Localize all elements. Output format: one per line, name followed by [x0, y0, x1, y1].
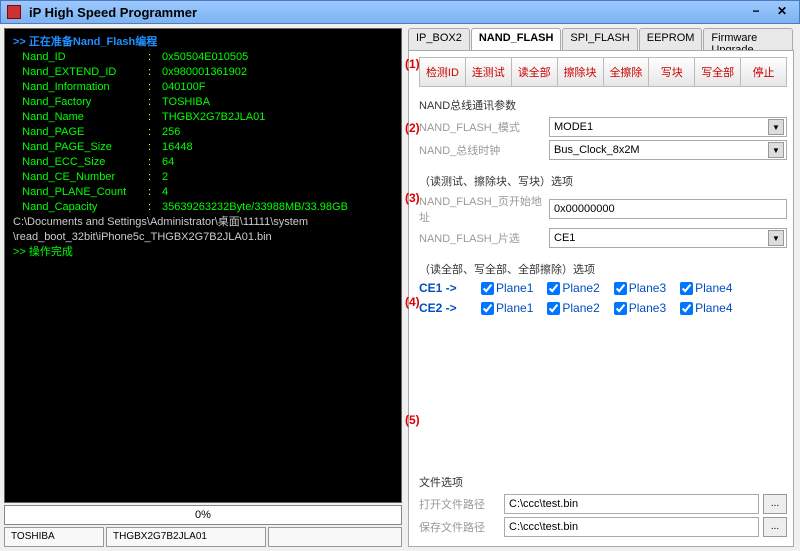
save-path-label: 保存文件路径 — [419, 519, 504, 535]
status-factory: TOSHIBA — [4, 527, 104, 547]
group-nand-bus: NAND总线通讯参数 NAND_FLASH_模式 MODE1 ▼ NAND_总线… — [419, 97, 787, 163]
console-output: >> 正在准备Nand_Flash编程 Nand_ID:0x50504E0105… — [4, 28, 402, 503]
app-icon — [7, 5, 21, 19]
plane-checkbox[interactable]: Plane4 — [680, 301, 732, 315]
console-line: Nand_PAGE_Size:16448 — [13, 140, 393, 155]
action-toolbar: 检测ID连测试读全部擦除块全擦除写块写全部停止 — [419, 57, 787, 87]
browse-open-button[interactable]: ... — [763, 494, 787, 514]
chevron-down-icon: ▼ — [768, 230, 784, 246]
marker-1: (1) — [405, 57, 420, 71]
save-file-path-input[interactable] — [504, 517, 759, 537]
plane-checkbox[interactable]: Plane1 — [481, 281, 533, 295]
action-全擦除[interactable]: 全擦除 — [603, 57, 650, 87]
action-连测试[interactable]: 连测试 — [465, 57, 512, 87]
marker-2: (2) — [405, 121, 420, 135]
plane-checkbox[interactable]: Plane3 — [614, 301, 666, 315]
action-擦除块[interactable]: 擦除块 — [557, 57, 604, 87]
progress-text: 0% — [195, 509, 211, 521]
group-title: NAND总线通讯参数 — [419, 97, 787, 113]
action-检测ID[interactable]: 检测ID — [419, 57, 466, 87]
marker-5: (5) — [405, 413, 420, 427]
ce-label: CE1 -> — [419, 281, 467, 295]
group-full-options: （读全部、写全部、全部擦除）选项 CE1 -> Plane1 Plane2 Pl… — [419, 261, 787, 315]
ce-row: CE2 -> Plane1 Plane2 Plane3 Plane4 — [419, 301, 787, 315]
chevron-down-icon: ▼ — [768, 142, 784, 158]
action-读全部[interactable]: 读全部 — [511, 57, 558, 87]
plane-checkbox[interactable]: Plane1 — [481, 301, 533, 315]
group-title: （读全部、写全部、全部擦除）选项 — [419, 261, 787, 277]
plane-checkbox[interactable]: Plane4 — [680, 281, 732, 295]
marker-3: (3) — [405, 191, 420, 205]
ce-label: CE2 -> — [419, 301, 467, 315]
tab-firmware-upgrade[interactable]: Firmware Upgrade — [703, 28, 793, 50]
checkbox-icon[interactable] — [547, 302, 560, 315]
ce-select[interactable]: CE1 ▼ — [549, 228, 787, 248]
ce-row: CE1 -> Plane1 Plane2 Plane3 Plane4 — [419, 281, 787, 295]
action-写块[interactable]: 写块 — [648, 57, 695, 87]
checkbox-icon[interactable] — [481, 302, 494, 315]
console-line: Nand_PLANE_Count:4 — [13, 185, 393, 200]
checkbox-icon[interactable] — [547, 282, 560, 295]
addr-label: NAND_FLASH_页开始地址 — [419, 193, 549, 225]
console-line: Nand_ID:0x50504E010505 — [13, 50, 393, 65]
console-header: >> 正在准备Nand_Flash编程 — [13, 35, 393, 50]
checkbox-icon[interactable] — [614, 302, 627, 315]
checkbox-icon[interactable] — [680, 282, 693, 295]
chevron-down-icon: ▼ — [768, 119, 784, 135]
checkbox-icon[interactable] — [481, 282, 494, 295]
clock-label: NAND_总线时钟 — [419, 142, 549, 158]
console-line: Nand_ECC_Size:64 — [13, 155, 393, 170]
tab-nand-flash[interactable]: NAND_FLASH — [471, 28, 562, 50]
console-path: C:\Documents and Settings\Administrator\… — [13, 215, 393, 230]
checkbox-icon[interactable] — [680, 302, 693, 315]
group-title: （读测试、擦除块、写块）选项 — [419, 173, 787, 189]
progress-bar: 0% — [4, 505, 402, 525]
tab-eeprom[interactable]: EEPROM — [639, 28, 703, 50]
tab-strip: IP_BOX2NAND_FLASHSPI_FLASHEEPROMFirmware… — [408, 28, 794, 50]
console-line: Nand_Capacity:35639263232Byte/33988MB/33… — [13, 200, 393, 215]
open-path-label: 打开文件路径 — [419, 496, 504, 512]
status-bar: TOSHIBA THGBX2G7B2JLA01 — [4, 527, 402, 547]
group-file-options: 文件选项 打开文件路径 ... 保存文件路径 ... — [419, 474, 787, 540]
group-title: 文件选项 — [419, 474, 787, 490]
action-写全部[interactable]: 写全部 — [694, 57, 741, 87]
plane-checkbox[interactable]: Plane2 — [547, 301, 599, 315]
mode-select[interactable]: MODE1 ▼ — [549, 117, 787, 137]
ce-select-label: NAND_FLASH_片选 — [419, 230, 549, 246]
clock-select[interactable]: Bus_Clock_8x2M ▼ — [549, 140, 787, 160]
mode-label: NAND_FLASH_模式 — [419, 119, 549, 135]
checkbox-icon[interactable] — [614, 282, 627, 295]
console-footer: >> 操作完成 — [13, 245, 393, 260]
console-line: Nand_Name:THGBX2G7B2JLA01 — [13, 110, 393, 125]
marker-4: (4) — [405, 295, 420, 309]
console-line: Nand_Factory:TOSHIBA — [13, 95, 393, 110]
page-start-addr-input[interactable] — [549, 199, 787, 219]
minimize-button[interactable]: − — [745, 4, 767, 20]
group-read-options: （读测试、擦除块、写块）选项 NAND_FLASH_页开始地址 NAND_FLA… — [419, 173, 787, 251]
plane-checkbox[interactable]: Plane2 — [547, 281, 599, 295]
tab-spi-flash[interactable]: SPI_FLASH — [562, 28, 637, 50]
status-empty — [268, 527, 402, 547]
title-bar: iP High Speed Programmer − ✕ — [0, 0, 800, 24]
open-file-path-input[interactable] — [504, 494, 759, 514]
console-line: Nand_EXTEND_ID:0x980001361902 — [13, 65, 393, 80]
console-line: Nand_Information:040100F — [13, 80, 393, 95]
status-chip: THGBX2G7B2JLA01 — [106, 527, 266, 547]
browse-save-button[interactable]: ... — [763, 517, 787, 537]
plane-checkbox[interactable]: Plane3 — [614, 281, 666, 295]
window-title: iP High Speed Programmer — [29, 5, 197, 20]
console-line: Nand_PAGE:256 — [13, 125, 393, 140]
console-path: \read_boot_32bit\iPhone5c_THGBX2G7B2JLA0… — [13, 230, 393, 245]
console-line: Nand_CE_Number:2 — [13, 170, 393, 185]
tab-ip-box2[interactable]: IP_BOX2 — [408, 28, 470, 50]
close-button[interactable]: ✕ — [771, 4, 793, 20]
action-停止[interactable]: 停止 — [740, 57, 787, 87]
